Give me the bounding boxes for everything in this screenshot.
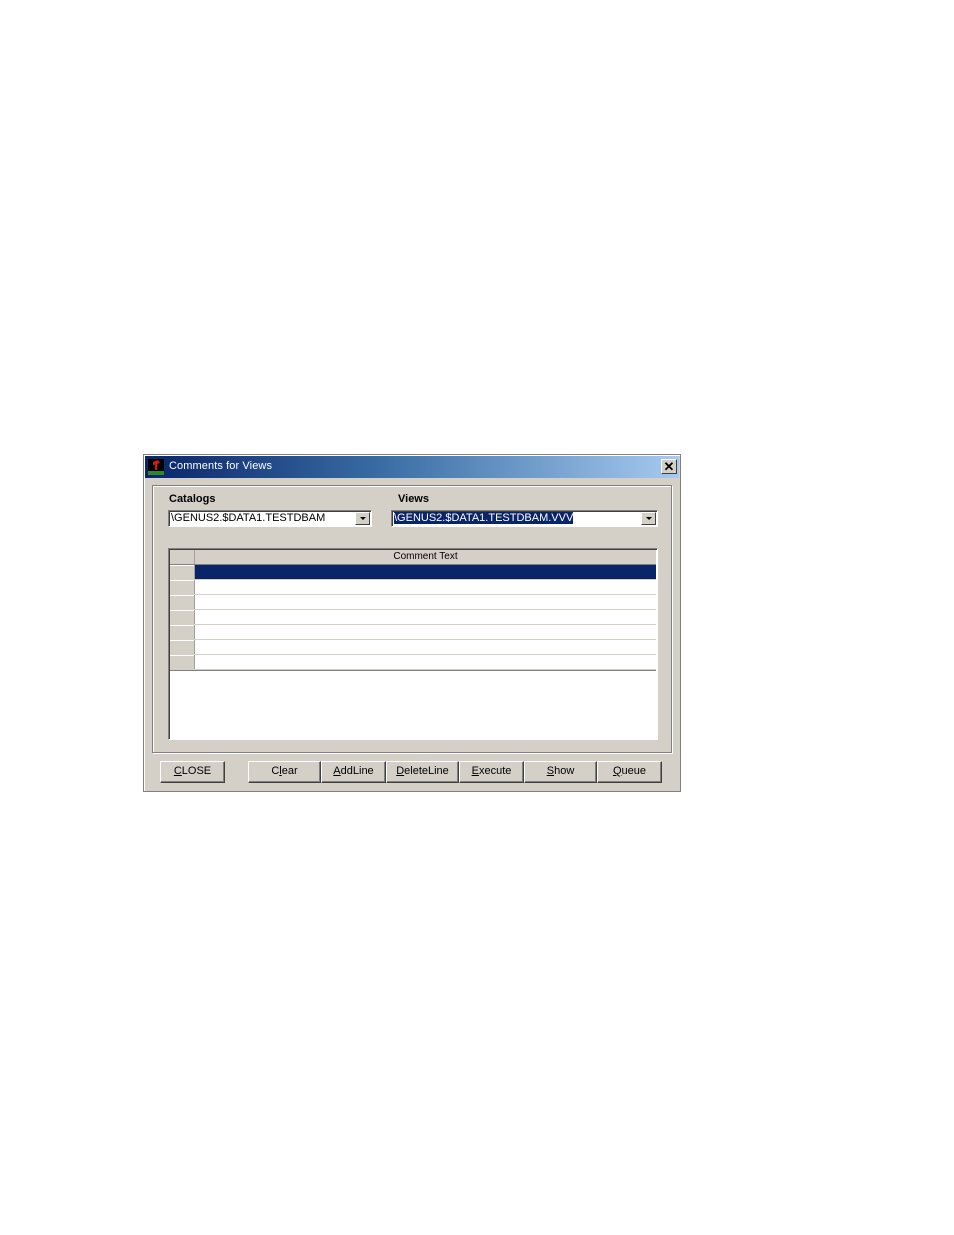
comments-for-views-dialog: Comments for Views ✕ Catalogs \GENUS2.$D… — [143, 454, 681, 792]
addline-mnemonic: A — [333, 765, 341, 777]
table-row[interactable] — [170, 655, 656, 670]
comment-text-cell[interactable] — [195, 595, 656, 609]
row-header[interactable] — [170, 625, 195, 639]
show-label: how — [554, 765, 575, 777]
close-window-button[interactable]: ✕ — [661, 459, 677, 474]
execute-button[interactable]: Execute — [459, 761, 524, 783]
comment-grid[interactable]: Comment Text — [168, 548, 658, 740]
close-button[interactable]: CLOSE — [160, 761, 225, 783]
close-icon: ✕ — [663, 459, 675, 474]
column-header-comment-text[interactable]: Comment Text — [195, 550, 656, 564]
views-combobox[interactable]: \GENUS2.$DATA1.TESTDBAM.VVV — [391, 510, 658, 527]
unifaw-flag-icon — [148, 459, 164, 475]
catalogs-value: \GENUS2.$DATA1.TESTDBAM — [171, 512, 326, 524]
comment-text-cell[interactable] — [195, 580, 656, 594]
show-mnemonic: S — [546, 765, 555, 777]
clear-label: ear — [281, 765, 298, 777]
show-button[interactable]: Show — [524, 761, 597, 783]
window-title: Comments for Views — [169, 460, 273, 472]
comment-text-cell[interactable] — [195, 640, 656, 654]
table-row[interactable] — [170, 640, 656, 655]
table-row[interactable] — [170, 565, 656, 580]
execute-label: xecute — [478, 765, 512, 777]
queue-label: ueue — [621, 765, 647, 777]
grid-header: Comment Text — [170, 550, 656, 565]
grid-rows-end-divider — [170, 670, 656, 671]
deleteline-label: eleteLine — [404, 765, 449, 777]
row-header[interactable] — [170, 565, 195, 579]
catalogs-dropdown-button[interactable] — [355, 512, 370, 525]
comment-text-cell[interactable] — [195, 610, 656, 624]
comment-text-cell[interactable] — [195, 565, 656, 579]
flag-shape — [153, 460, 160, 470]
row-header[interactable] — [170, 610, 195, 624]
table-row[interactable] — [170, 580, 656, 595]
catalogs-label: Catalogs — [169, 493, 216, 505]
row-header[interactable] — [170, 595, 195, 609]
row-header[interactable] — [170, 640, 195, 654]
views-value: \GENUS2.$DATA1.TESTDBAM.VVV — [394, 512, 574, 524]
close-mnemonic: C — [173, 765, 182, 777]
grid-rows — [170, 565, 656, 670]
clear-button[interactable]: Clear — [248, 761, 321, 783]
deleteline-button[interactable]: DeleteLine — [386, 761, 459, 783]
close-label: LOSE — [181, 765, 212, 777]
views-dropdown-button[interactable] — [641, 512, 656, 525]
views-label: Views — [398, 493, 429, 505]
table-row[interactable] — [170, 610, 656, 625]
title-bar[interactable]: Comments for Views ✕ — [145, 456, 679, 478]
grid-corner-cell[interactable] — [170, 550, 195, 564]
comment-text-cell[interactable] — [195, 655, 656, 669]
comment-text-cell[interactable] — [195, 625, 656, 639]
logo-wordmark — [148, 471, 164, 475]
table-row[interactable] — [170, 625, 656, 640]
queue-mnemonic: Q — [612, 765, 622, 777]
addline-button[interactable]: AddLine — [321, 761, 386, 783]
execute-mnemonic: E — [471, 765, 479, 777]
row-header[interactable] — [170, 580, 195, 594]
deleteline-mnemonic: D — [396, 765, 405, 777]
queue-button[interactable]: Queue — [597, 761, 662, 783]
table-row[interactable] — [170, 595, 656, 610]
catalogs-combobox[interactable]: \GENUS2.$DATA1.TESTDBAM — [168, 510, 372, 527]
row-header[interactable] — [170, 655, 195, 669]
addline-label: ddLine — [340, 765, 374, 777]
